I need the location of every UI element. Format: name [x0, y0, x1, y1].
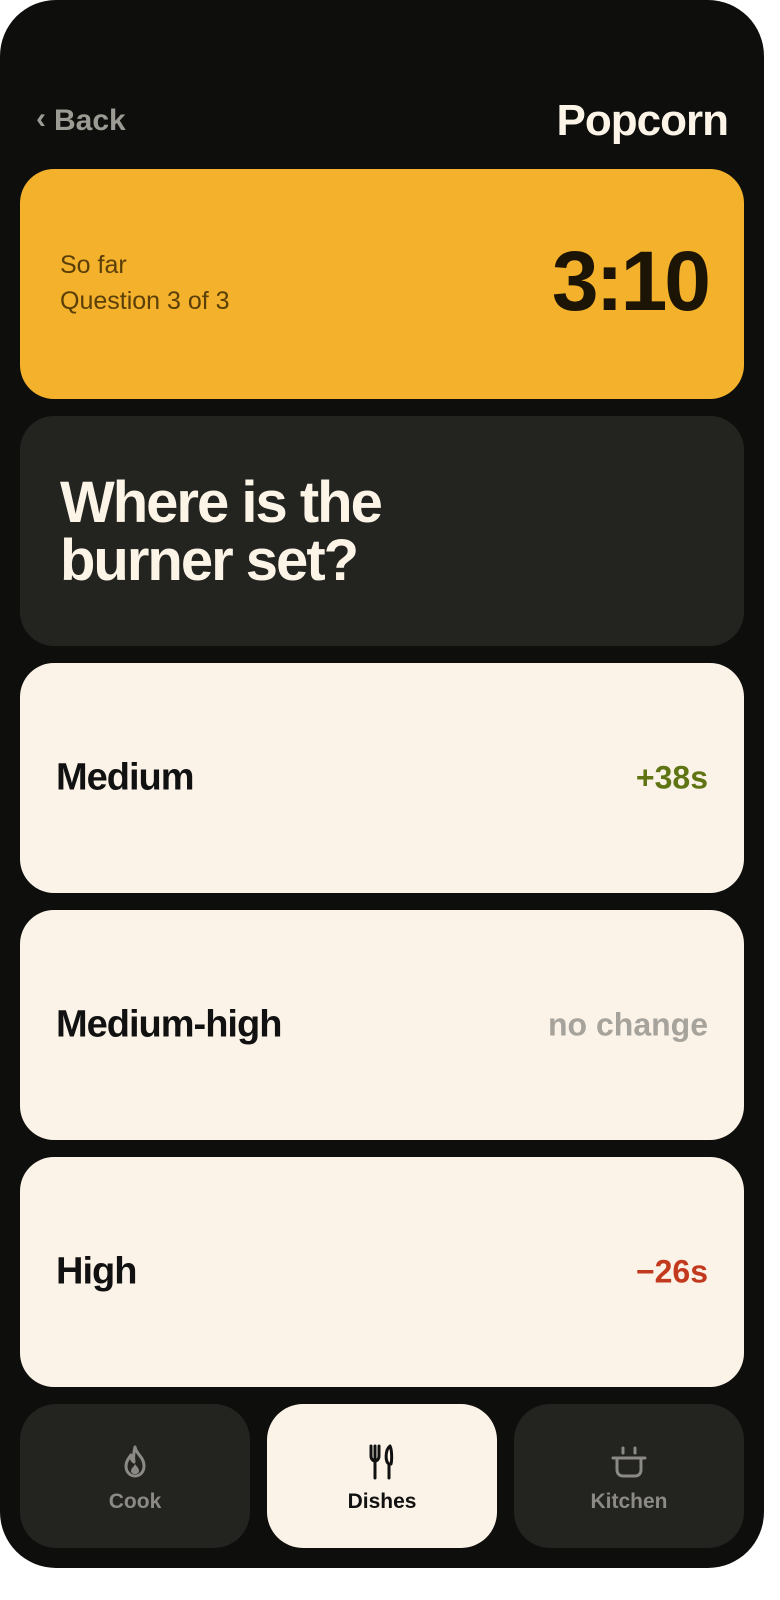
timer-caption: So far	[60, 251, 127, 279]
answer-time-delta: −26s	[635, 1253, 708, 1290]
flame-icon	[124, 1445, 146, 1478]
answer-option-medium-high[interactable]: Medium-high no change	[20, 910, 744, 1140]
question-text: Where is the burner set?	[60, 470, 383, 593]
fork-knife-icon	[369, 1444, 394, 1480]
nav-item-dishes[interactable]: Dishes	[267, 1404, 497, 1548]
answer-label: Medium-high	[56, 1003, 282, 1046]
answer-option-high[interactable]: High −26s	[20, 1157, 744, 1387]
chevron-left-icon: ‹	[36, 102, 46, 135]
timer-value: 3:10	[551, 234, 711, 328]
answer-option-medium[interactable]: Medium +38s	[20, 663, 744, 893]
nav-label: Dishes	[347, 1490, 417, 1513]
timer-card: So far Question 3 of 3 3:10	[20, 169, 744, 399]
phone-screen: ‹ Back Popcorn So far Question 3 of 3 3:…	[0, 0, 764, 1568]
question-card: Where is the burner set?	[20, 416, 744, 646]
answer-time-delta: +38s	[635, 759, 708, 796]
nav-item-cook[interactable]: Cook	[20, 1404, 250, 1548]
back-label: Back	[54, 104, 126, 137]
answer-time-delta: no change	[547, 1006, 708, 1043]
question-progress: Question 3 of 3	[60, 287, 230, 315]
back-button[interactable]: ‹ Back	[36, 104, 126, 138]
answer-label: High	[56, 1250, 137, 1293]
top-bar: ‹ Back Popcorn	[0, 96, 764, 152]
bottom-nav: Cook Dishes Kitchen	[0, 1404, 764, 1548]
nav-item-kitchen[interactable]: Kitchen	[514, 1404, 744, 1548]
pot-icon	[611, 1446, 647, 1478]
nav-label: Kitchen	[590, 1490, 668, 1513]
answer-label: Medium	[56, 756, 195, 799]
nav-label: Cook	[108, 1490, 162, 1513]
timer-meta: So far Question 3 of 3	[60, 247, 230, 319]
page-title: Popcorn	[556, 96, 729, 145]
